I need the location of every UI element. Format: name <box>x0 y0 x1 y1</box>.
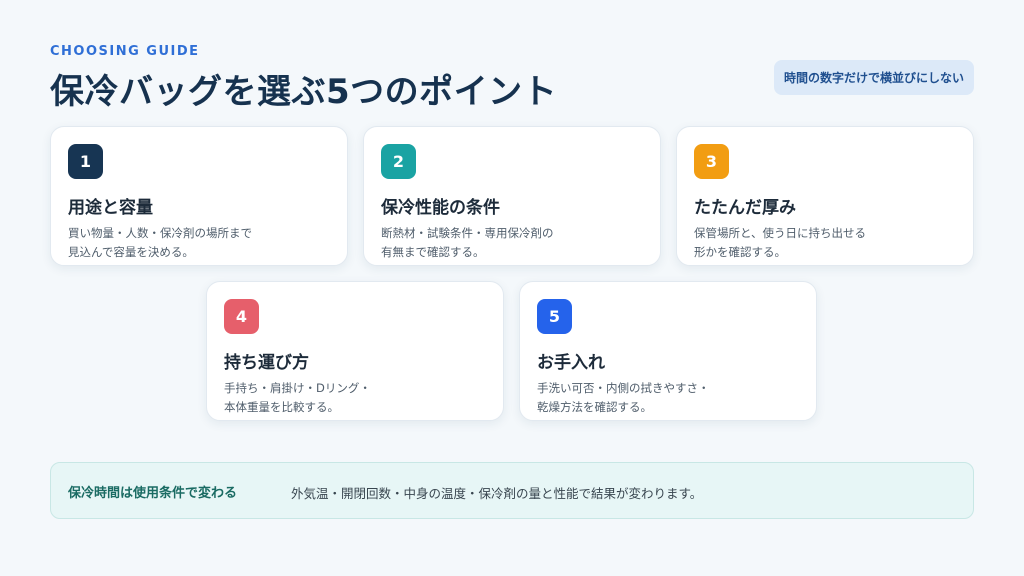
point-card-2: 2 保冷性能の条件 断熱材・試験条件・専用保冷剤の 有無まで確認する。 <box>363 126 661 266</box>
point-card-5: 5 お手入れ 手洗い可否・内側の拭きやすさ・ 乾燥方法を確認する。 <box>519 281 817 421</box>
card-description: 買い物量・人数・保冷剤の場所まで 見込んで容量を決める。 <box>68 224 338 262</box>
footer-title: 保冷時間は使用条件で変わる <box>68 486 238 501</box>
card-title: 用途と容量 <box>68 198 153 218</box>
desc-line: 見込んで容量を決める。 <box>68 245 194 259</box>
footer-note: 保冷時間は使用条件で変わる 外気温・開閉回数・中身の温度・保冷剤の量と性能で結果… <box>50 462 974 519</box>
number-badge: 5 <box>537 299 572 334</box>
card-description: 手持ち・肩掛け・Dリング・ 本体重量を比較する。 <box>224 379 494 417</box>
point-card-1: 1 用途と容量 買い物量・人数・保冷剤の場所まで 見込んで容量を決める。 <box>50 126 348 266</box>
desc-line: 手持ち・肩掛け・Dリング・ <box>224 381 371 395</box>
footer-text: 外気温・開閉回数・中身の温度・保冷剤の量と性能で結果が変わります。 <box>291 486 703 501</box>
card-description: 保管場所と、使う日に持ち出せる 形かを確認する。 <box>694 224 964 262</box>
desc-line: 断熱材・試験条件・専用保冷剤の <box>381 226 554 240</box>
card-description: 手洗い可否・内側の拭きやすさ・ 乾燥方法を確認する。 <box>537 379 807 417</box>
card-title: 保冷性能の条件 <box>381 198 500 218</box>
note-badge: 時間の数字だけで横並びにしない <box>773 60 974 95</box>
desc-line: 手洗い可否・内側の拭きやすさ・ <box>537 381 710 395</box>
number-badge: 4 <box>224 299 259 334</box>
desc-line: 買い物量・人数・保冷剤の場所まで <box>68 226 252 240</box>
point-card-4: 4 持ち運び方 手持ち・肩掛け・Dリング・ 本体重量を比較する。 <box>206 281 504 421</box>
number-badge: 3 <box>694 144 729 179</box>
desc-line: 乾燥方法を確認する。 <box>537 400 652 414</box>
desc-line: 有無まで確認する。 <box>381 245 485 259</box>
card-title: たたんだ厚み <box>694 198 796 218</box>
point-card-3: 3 たたんだ厚み 保管場所と、使う日に持ち出せる 形かを確認する。 <box>676 126 974 266</box>
desc-line: 本体重量を比較する。 <box>224 400 339 414</box>
card-title: 持ち運び方 <box>224 353 309 373</box>
card-title: お手入れ <box>537 353 605 373</box>
eyebrow-label: CHOOSING GUIDE <box>50 44 200 59</box>
page-title: 保冷バッグを選ぶ5つのポイント <box>50 72 558 112</box>
desc-line: 保管場所と、使う日に持ち出せる <box>694 226 867 240</box>
number-badge: 1 <box>68 144 103 179</box>
card-description: 断熱材・試験条件・専用保冷剤の 有無まで確認する。 <box>381 224 651 262</box>
desc-line: 形かを確認する。 <box>694 245 786 259</box>
number-badge: 2 <box>381 144 416 179</box>
